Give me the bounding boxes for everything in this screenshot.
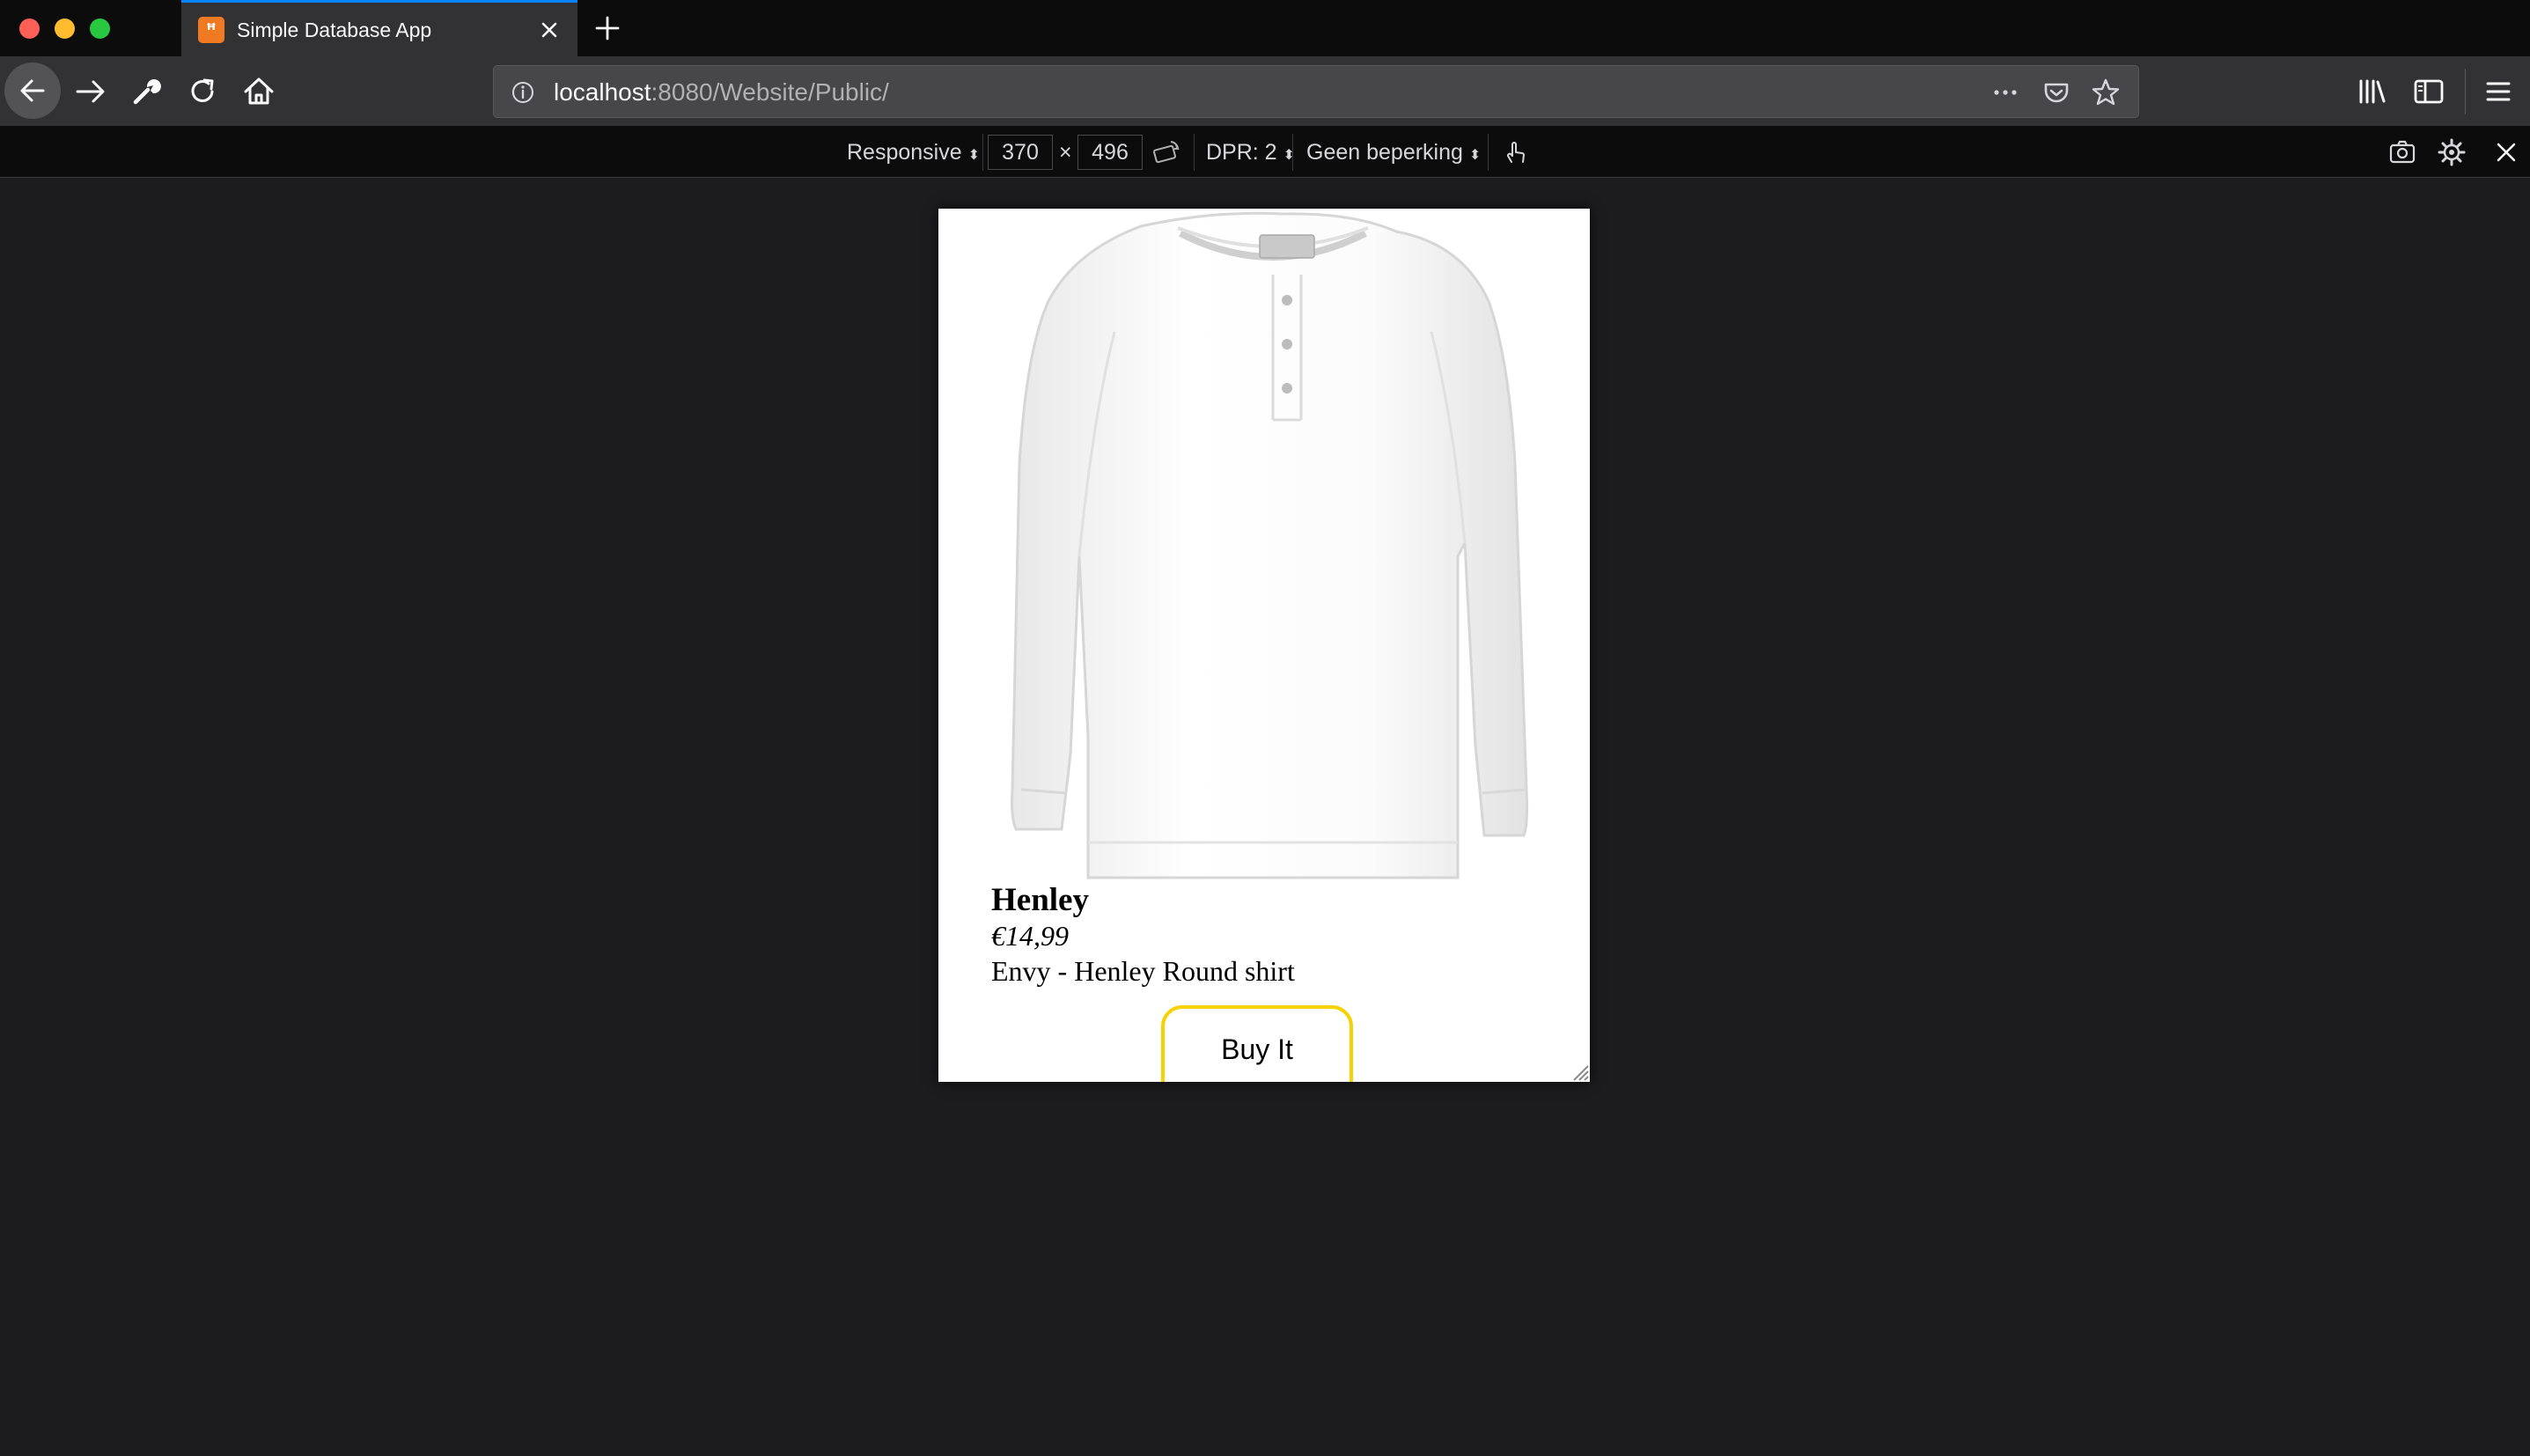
touch-simulation-icon[interactable] [1500,137,1530,167]
rdm-separator [1194,134,1195,171]
window-close-button[interactable] [19,18,40,39]
dpr-selector[interactable]: DPR: 2 ⬍ [1206,138,1295,170]
rdm-separator [982,134,983,171]
device-selector[interactable]: Responsive ⬍ [847,138,980,170]
responsive-design-toolbar: Responsive ⬍ 370 × 496 DPR: 2 ⬍ Geen bep… [0,127,2530,178]
home-icon[interactable] [237,70,281,114]
tab-simple-database-app[interactable]: ꟸ Simple Database App [181,0,577,56]
xampp-icon: ꟸ [198,17,224,43]
tab-strip: ꟸ Simple Database App [0,0,2530,56]
emulated-viewport: Henley €14,99 Envy - Henley Round shirt … [938,209,1590,1082]
tab-title: Simple Database App [237,18,432,41]
product-price: €14,99 [991,920,1069,952]
dimension-times: × [1059,140,1072,165]
new-tab-icon[interactable] [590,11,625,46]
buy-button[interactable]: Buy It [1161,1005,1353,1082]
more-actions-icon[interactable] [1990,77,2020,107]
product-name: Henley [991,882,1089,918]
sidebar-icon[interactable] [2407,70,2451,114]
viewport-width-input[interactable]: 370 [988,135,1053,170]
viewport-height-input[interactable]: 496 [1077,135,1143,170]
reload-icon[interactable] [180,70,224,114]
dpr-selector-label: DPR: 2 [1206,140,1277,165]
url-bar[interactable]: localhost:8080/Website/Public/ [493,65,2139,118]
device-selector-label: Responsive [847,140,962,165]
settings-gear-icon[interactable] [2437,137,2467,167]
product-image [1011,211,1529,879]
network-throttling-selector[interactable]: Geen beperking ⬍ [1306,138,1481,170]
close-icon[interactable] [534,15,564,45]
rdm-separator [1292,134,1293,171]
updown-icon: ⬍ [1468,148,1482,163]
library-icon[interactable] [2350,70,2394,114]
back-button[interactable] [4,63,61,119]
toolbar-separator [2465,69,2466,114]
wrench-icon[interactable] [124,70,168,114]
close-rdm-icon[interactable] [2491,137,2521,167]
info-icon[interactable] [510,79,536,106]
url-path: :8080/Website/Public/ [651,78,889,106]
window-minimize-button[interactable] [55,18,75,39]
product-description: Envy - Henley Round shirt [991,955,1295,987]
throttling-selector-label: Geen beperking [1306,140,1463,165]
rotate-device-icon[interactable] [1151,137,1181,167]
pocket-icon[interactable] [2041,77,2071,107]
url-host: localhost [554,78,651,106]
url-text[interactable]: localhost:8080/Website/Public/ [554,78,889,107]
screenshot-camera-icon[interactable] [2387,137,2417,167]
hamburger-menu-icon[interactable] [2476,70,2520,114]
window-zoom-button[interactable] [90,18,110,39]
back-arrow-icon [20,79,45,102]
navigation-toolbar: localhost:8080/Website/Public/ [0,56,2530,127]
bookmark-star-icon[interactable] [2091,77,2121,107]
rdm-separator [1488,134,1489,171]
updown-icon: ⬍ [967,148,980,163]
resize-handle-icon[interactable] [1569,1061,1590,1082]
forward-arrow-icon[interactable] [69,70,113,114]
